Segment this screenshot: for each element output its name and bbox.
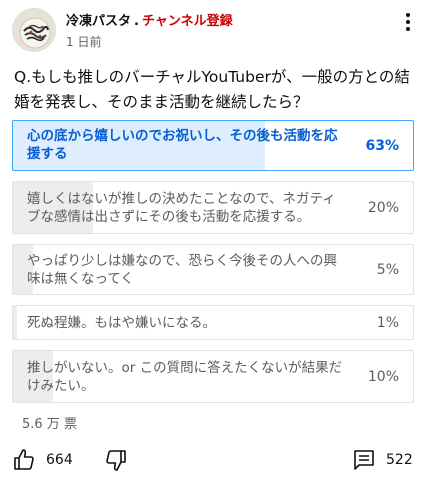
poll-option[interactable]: 嬉しくはないが推しの決めたことなので、ネガティブな感情は出さずにその後も活動を応…	[12, 181, 414, 234]
poll-option-percent: 63%	[365, 137, 399, 154]
like-count: 664	[46, 452, 73, 468]
poll-option[interactable]: 死ぬ程嫌。もはや嫌いになる。 1%	[12, 305, 414, 340]
like-button[interactable]: 664	[12, 448, 73, 472]
poll-option-percent: 5%	[376, 261, 399, 278]
channel-name[interactable]: 冷凍パスタ	[66, 14, 131, 29]
subscribe-button[interactable]: チャンネル登録	[142, 14, 233, 29]
more-vert-icon[interactable]	[400, 8, 416, 36]
dislike-button[interactable]	[104, 448, 128, 472]
poll-option-text: 推しがいない。or この質問に答えたくないが結果だけみたい。	[27, 359, 343, 394]
poll-option-percent: 1%	[376, 314, 399, 331]
comments-button[interactable]: 522	[352, 448, 413, 472]
vote-count: 5.6 万 票	[22, 417, 77, 432]
post-header: 冷凍パスタ. チャンネル登録 1 日前	[12, 8, 418, 54]
separator: .	[134, 14, 139, 29]
avatar[interactable]	[12, 8, 56, 52]
poll-option[interactable]: やっぱり少しは嫌なので、恐らく今後その人への興味は無くなってく 5%	[12, 244, 414, 295]
poll-option[interactable]: 心の底から嬉しいのでお祝いし、その後も活動を応援する 63%	[12, 120, 414, 171]
poll-option-text: 死ぬ程嫌。もはや嫌いになる。	[27, 314, 216, 331]
comment-count: 522	[386, 452, 413, 468]
post-time: 1 日前	[66, 35, 102, 49]
poll-option-text: やっぱり少しは嫌なので、恐らく今後その人への興味は無くなってく	[27, 252, 337, 287]
poll-option-percent: 20%	[367, 199, 399, 216]
post-actions: 664 522	[0, 446, 426, 478]
poll-options: 心の底から嬉しいのでお祝いし、その後も活動を応援する 63% 嬉しくはないが推し…	[12, 120, 414, 413]
poll-option-text: 嬉しくはないが推しの決めたことなので、ネガティブな感情は出さずにその後も活動を応…	[27, 190, 336, 225]
thumb-down-icon	[104, 448, 128, 472]
poll-option[interactable]: 推しがいない。or この質問に答えたくないが結果だけみたい。 10%	[12, 350, 414, 403]
poll-option-percent: 10%	[367, 368, 399, 385]
comment-icon	[352, 448, 376, 472]
poll-question: Q.もしも推しのバーチャルYouTuberが、一般の方との結婚を発表し、そのまま…	[14, 68, 410, 111]
poll-option-text: 心の底から嬉しいのでお祝いし、その後も活動を応援する	[27, 128, 338, 162]
thumb-up-icon	[12, 448, 36, 472]
channel-line: 冷凍パスタ. チャンネル登録	[66, 10, 233, 29]
